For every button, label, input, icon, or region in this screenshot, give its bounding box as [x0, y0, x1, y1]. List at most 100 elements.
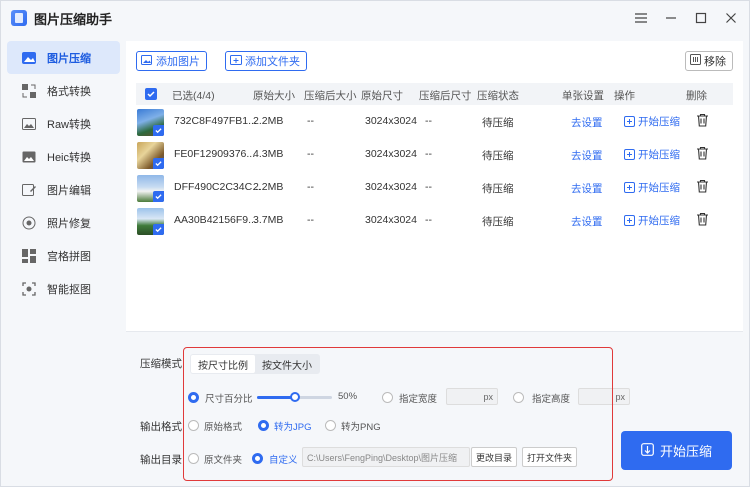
check-icon[interactable]: [153, 224, 164, 235]
header-actions: 操作: [614, 90, 635, 102]
sidebar-item-label: 图片压缩: [47, 52, 91, 65]
compress-action-icon: [624, 116, 635, 127]
thumbnail: [137, 208, 164, 235]
maximize-icon[interactable]: [689, 7, 713, 29]
sidebar-item-repair[interactable]: 照片修复: [7, 206, 120, 239]
app-title: 图片压缩助手: [34, 11, 113, 27]
original-dims: 3024x3024: [365, 181, 417, 193]
check-icon[interactable]: [153, 158, 164, 169]
compress-action-icon: [624, 215, 635, 226]
start-compress-link[interactable]: 开始压缩: [624, 180, 680, 195]
add-folder-button[interactable]: 添加文件夹: [225, 51, 307, 71]
mode-label: 压缩模式: [140, 358, 182, 370]
sidebar-item-label: Raw转换: [47, 118, 92, 131]
sidebar: 图片压缩 格式转换 Raw转换 Heic转换 图片编辑 照片修复 宫格拼图 智能…: [1, 41, 126, 305]
compressed-size: --: [307, 181, 314, 193]
close-icon[interactable]: [719, 7, 743, 29]
compressed-dims: --: [425, 148, 432, 160]
app-window: 图片压缩助手 图片压缩 格式转换 Raw转换 Heic转换 图片编辑 照片修复 …: [0, 0, 750, 487]
file-table: 已选(4/4) 原始大小 压缩后大小 原始尺寸 压缩后尺寸 压缩状态 单张设置 …: [136, 83, 733, 237]
title-bar: 图片压缩助手: [1, 1, 749, 35]
original-dims: 3024x3024: [365, 115, 417, 127]
go-settings-link[interactable]: 去设置: [571, 148, 603, 163]
table-row: AA30B42156F9... 3.7MB -- 3024x3024 -- 待压…: [136, 204, 733, 237]
header-delete: 删除: [686, 90, 707, 102]
sidebar-item-grid[interactable]: 宫格拼图: [7, 239, 120, 272]
delete-row-icon[interactable]: [696, 146, 709, 163]
sidebar-item-heic[interactable]: Heic转换: [7, 140, 120, 173]
sidebar-item-label: 照片修复: [47, 217, 91, 230]
header-compressed-size: 压缩后大小: [304, 90, 357, 102]
add-folder-icon: [230, 54, 242, 69]
status: 待压缩: [482, 117, 514, 129]
original-size: 4.3MB: [253, 148, 284, 160]
compressed-dims: --: [425, 214, 432, 226]
output-format-label: 输出格式: [140, 421, 182, 433]
header-single-settings: 单张设置: [562, 90, 604, 102]
go-settings-link[interactable]: 去设置: [571, 115, 603, 130]
sidebar-item-compress[interactable]: 图片压缩: [7, 41, 120, 74]
file-name: 732C8F497FB1...: [174, 115, 257, 127]
raw-icon: [21, 116, 37, 132]
compressed-size: --: [307, 115, 314, 127]
toolbar: 添加图片 添加文件夹: [136, 51, 307, 71]
start-compress-link[interactable]: 开始压缩: [624, 147, 680, 162]
sidebar-item-convert[interactable]: 格式转换: [7, 74, 120, 107]
thumbnail: [137, 142, 164, 169]
select-all-checkbox[interactable]: [145, 88, 157, 100]
sidebar-item-label: 智能抠图: [47, 283, 91, 296]
trash-icon: [690, 54, 701, 68]
sidebar-item-label: 图片编辑: [47, 184, 91, 197]
start-compress-link[interactable]: 开始压缩: [624, 114, 680, 129]
table-header: 已选(4/4) 原始大小 压缩后大小 原始尺寸 压缩后尺寸 压缩状态 单张设置 …: [136, 83, 733, 105]
compressed-size: --: [307, 214, 314, 226]
original-size: 3.7MB: [253, 214, 284, 226]
minimize-icon[interactable]: [659, 7, 683, 29]
sidebar-item-cutout[interactable]: 智能抠图: [7, 272, 120, 305]
heic-icon: [21, 149, 37, 165]
start-compress-link[interactable]: 开始压缩: [624, 213, 680, 228]
table-row: 732C8F497FB1... 2.2MB -- 3024x3024 -- 待压…: [136, 105, 733, 138]
sidebar-item-raw[interactable]: Raw转换: [7, 107, 120, 140]
status: 待压缩: [482, 183, 514, 195]
output-dir-label: 输出目录: [140, 454, 182, 466]
sidebar-item-label: 宫格拼图: [47, 250, 91, 263]
original-size: 2.2MB: [253, 115, 284, 127]
edit-icon: [21, 182, 37, 198]
file-name: FE0F12909376...: [174, 148, 256, 160]
header-status: 压缩状态: [477, 90, 519, 102]
compressed-dims: --: [425, 115, 432, 127]
header-selected: 已选(4/4): [172, 90, 215, 102]
check-icon[interactable]: [153, 191, 164, 202]
compress-icon: [21, 50, 37, 66]
convert-icon: [21, 83, 37, 99]
hamburger-icon[interactable]: [629, 7, 653, 29]
compress-action-icon: [624, 149, 635, 160]
file-name: DFF490C2C34C...: [174, 181, 261, 193]
go-settings-link[interactable]: 去设置: [571, 214, 603, 229]
sidebar-item-label: Heic转换: [47, 151, 92, 164]
thumbnail: [137, 175, 164, 202]
delete-row-icon[interactable]: [696, 179, 709, 196]
start-compress-button[interactable]: 开始压缩: [621, 431, 732, 470]
thumbnail: [137, 109, 164, 136]
sidebar-item-label: 格式转换: [47, 85, 91, 98]
compress-start-icon: [641, 442, 654, 459]
go-settings-link[interactable]: 去设置: [571, 181, 603, 196]
add-image-button[interactable]: 添加图片: [136, 51, 207, 71]
remove-button[interactable]: 移除: [685, 51, 733, 71]
table-row: FE0F12909376... 4.3MB -- 3024x3024 -- 待压…: [136, 138, 733, 171]
main-panel: 添加图片 添加文件夹 移除 已选(4/4) 原始大小 压缩后大小 原始尺寸 压缩…: [126, 41, 743, 481]
sidebar-item-edit[interactable]: 图片编辑: [7, 173, 120, 206]
delete-row-icon[interactable]: [696, 113, 709, 130]
original-dims: 3024x3024: [365, 214, 417, 226]
file-name: AA30B42156F9...: [174, 214, 257, 226]
window-controls: [629, 7, 743, 29]
table-row: DFF490C2C34C... 2.2MB -- 3024x3024 -- 待压…: [136, 171, 733, 204]
repair-icon: [21, 215, 37, 231]
status: 待压缩: [482, 150, 514, 162]
check-icon[interactable]: [153, 125, 164, 136]
compression-settings: 压缩模式 按尺寸比例 按文件大小 尺寸百分比 50% 指定宽度 px 指定高度 …: [126, 331, 743, 481]
compressed-size: --: [307, 148, 314, 160]
delete-row-icon[interactable]: [696, 212, 709, 229]
